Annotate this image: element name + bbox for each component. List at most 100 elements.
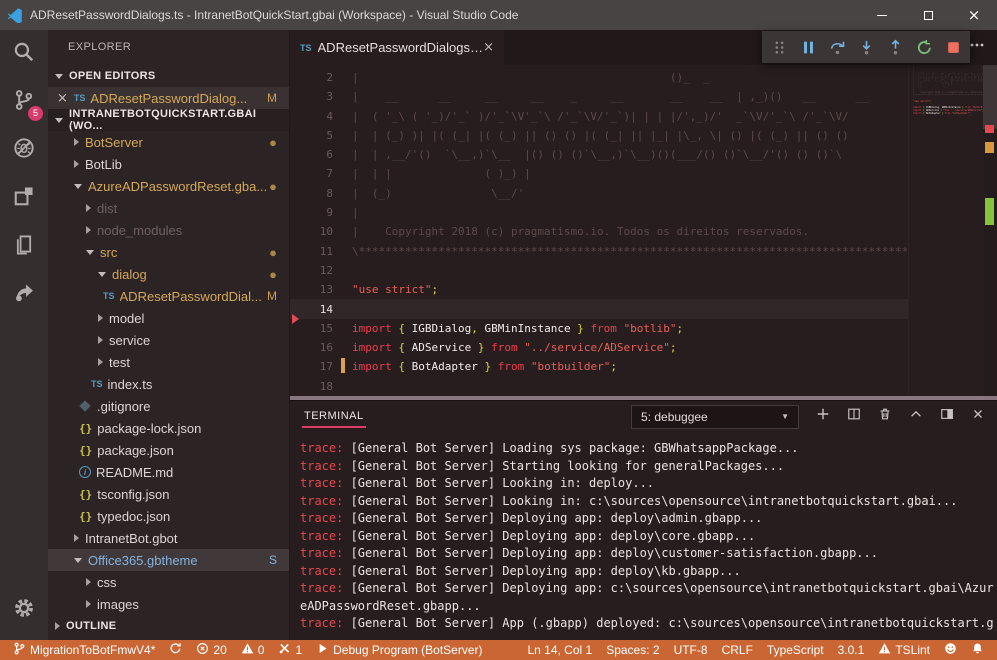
- chevron-right-icon: [55, 622, 60, 630]
- tree-item-intranetbot-gbot[interactable]: IntranetBot.gbot: [48, 527, 289, 549]
- new-terminal-icon[interactable]: [816, 407, 830, 426]
- activity-share-button[interactable]: [0, 270, 48, 318]
- activity-extensions-button[interactable]: [0, 174, 48, 222]
- more-actions-icon[interactable]: [969, 37, 985, 58]
- git-modified-marker: [341, 358, 345, 373]
- tools-status[interactable]: 1: [271, 640, 309, 660]
- tree-item-botlib[interactable]: BotLib: [48, 153, 289, 175]
- warnings-status[interactable]: 0: [234, 640, 272, 660]
- kill-terminal-icon[interactable]: [878, 407, 892, 426]
- tslint-status[interactable]: TSLint: [871, 640, 937, 660]
- activity-debug-button[interactable]: [0, 126, 48, 174]
- tree-item-service[interactable]: service: [48, 329, 289, 351]
- tree-item-readme-md[interactable]: iREADME.md: [48, 461, 289, 483]
- ts-icon: TS: [74, 93, 86, 103]
- pause-button[interactable]: [799, 38, 817, 56]
- git-branch-status[interactable]: MigrationToBotFmwV4*: [6, 640, 162, 660]
- tree-item-index-ts[interactable]: TSindex.ts: [48, 373, 289, 395]
- outline-header[interactable]: OUTLINE: [48, 615, 289, 637]
- tree-item-label: tsconfig.json: [97, 487, 169, 502]
- tree-item-label: ADResetPasswordDial...: [120, 289, 262, 304]
- tree-item-office365-gbtheme[interactable]: Office365.gbtheme S: [48, 549, 289, 571]
- minimap[interactable]: | ()_ _| __ __ __ __ _ __ __ __ | ,_)() …: [908, 65, 983, 400]
- tree-item-gitignore[interactable]: .gitignore: [48, 395, 289, 417]
- tree-item-azureadpasswordreset-gba[interactable]: AzureADPasswordReset.gba...●: [48, 175, 289, 197]
- chevron-right-icon: [86, 204, 91, 212]
- close-panel-icon[interactable]: [971, 407, 985, 426]
- close-tab-icon[interactable]: ×: [483, 40, 494, 55]
- editor-gutter[interactable]: 2345678910111213141516171819: [290, 65, 346, 400]
- panel-position-icon[interactable]: [940, 407, 954, 426]
- tree-item-package-json[interactable]: {}package.json: [48, 439, 289, 461]
- tree-item-src[interactable]: src●: [48, 241, 289, 263]
- code-editor[interactable]: 2345678910111213141516171819 | ()_ _| __…: [290, 65, 997, 400]
- tab-adresetpassworddialogs[interactable]: TS ADResetPasswordDialogs.ts ×: [290, 30, 504, 65]
- tree-item-css[interactable]: css: [48, 571, 289, 593]
- close-icon[interactable]: ×: [57, 91, 68, 106]
- chevron-right-icon: [74, 534, 79, 542]
- maximize-button[interactable]: [905, 0, 951, 30]
- tree-item-test[interactable]: test: [48, 351, 289, 373]
- chevron-down-icon: [98, 272, 106, 277]
- tree-item-model[interactable]: model: [48, 307, 289, 329]
- code-area[interactable]: | ()_ _| __ __ __ __ _ __ __ __ | ,_)() …: [352, 65, 997, 400]
- toolbar-drag-handle[interactable]: [770, 38, 788, 56]
- tree-item-label: Office365.gbtheme: [88, 553, 198, 568]
- minimize-button[interactable]: [859, 0, 905, 30]
- close-window-button[interactable]: ×: [951, 0, 997, 30]
- tree-item-node-modules[interactable]: node_modules: [48, 219, 289, 241]
- language-mode-label: TypeScript: [767, 643, 824, 657]
- indentation-status[interactable]: Spaces: 2: [599, 640, 666, 660]
- split-terminal-icon[interactable]: [847, 407, 861, 426]
- tree-item-images[interactable]: images: [48, 593, 289, 615]
- terminal-line: trace: [General Bot Server] Deploying ap…: [300, 528, 997, 546]
- horizontal-scrollbar[interactable]: [290, 396, 997, 400]
- tree-item-dialog[interactable]: dialog●: [48, 263, 289, 285]
- tree-item-adresetpassworddial[interactable]: TSADResetPasswordDial...M: [48, 285, 289, 307]
- submodule-badge: S: [269, 553, 277, 567]
- errors-status[interactable]: 20: [189, 640, 233, 660]
- git-branch-icon: [13, 642, 26, 658]
- tree-item-dist[interactable]: dist: [48, 197, 289, 219]
- maximize-panel-icon[interactable]: [909, 407, 923, 426]
- tree-item-label: AzureADPasswordReset.gba...: [88, 179, 267, 194]
- tree-item-typedoc-json[interactable]: {} typedoc.json: [48, 505, 289, 527]
- activity-settings-gear-button[interactable]: [0, 586, 48, 634]
- encoding-status[interactable]: UTF-8: [667, 640, 715, 660]
- tree-item-tsconfig-json[interactable]: {}tsconfig.json: [48, 483, 289, 505]
- terminal-tab[interactable]: TERMINAL: [302, 405, 366, 428]
- typescript-version-status[interactable]: 3.0.1: [831, 640, 872, 660]
- end-of-line-status[interactable]: CRLF: [715, 640, 760, 660]
- tree-item-label: dialog: [112, 267, 147, 282]
- tree-item-botserver[interactable]: BotServer●: [48, 131, 289, 153]
- tslint-label: TSLint: [895, 643, 930, 657]
- step-over-button[interactable]: [828, 38, 846, 56]
- cursor-position-status[interactable]: Ln 14, Col 1: [520, 640, 599, 660]
- terminal-output[interactable]: trace: [General Bot Server] Loading sys …: [290, 432, 997, 640]
- activity-search-button[interactable]: [0, 30, 48, 78]
- sync-status[interactable]: [162, 640, 189, 660]
- open-editor-item[interactable]: × TS ADResetPasswordDialog... M: [48, 87, 289, 109]
- scrollbar-slider[interactable]: [983, 65, 997, 129]
- workspace-header[interactable]: INTRANETBOTQUICKSTART.GBAI (WO...: [48, 109, 289, 131]
- step-into-button[interactable]: [857, 38, 875, 56]
- step-out-button[interactable]: [886, 38, 904, 56]
- activity-source-control-button[interactable]: 5: [0, 78, 48, 126]
- restart-button[interactable]: [915, 38, 933, 56]
- activity-pages-button[interactable]: [0, 222, 48, 270]
- notifications-status[interactable]: [964, 640, 991, 660]
- feedback-status[interactable]: [937, 640, 964, 660]
- open-editors-header[interactable]: OPEN EDITORS: [48, 65, 289, 87]
- terminal-select[interactable]: 5: debuggee ▼: [631, 405, 799, 429]
- tree-item-package-lock-json[interactable]: {}package-lock.json: [48, 417, 289, 439]
- language-mode-status[interactable]: TypeScript: [760, 640, 831, 660]
- terminal-line: eADPasswordReset.gbapp...: [300, 598, 997, 616]
- scm-changes-badge: 5: [28, 106, 43, 121]
- debug-status-status[interactable]: Debug Program (BotServer): [309, 640, 489, 660]
- chevron-right-icon: [86, 578, 91, 586]
- tree-item-label: typedoc.json: [97, 509, 170, 524]
- json-icon: {}: [79, 510, 92, 523]
- stop-button[interactable]: [944, 38, 962, 56]
- overview-ruler[interactable]: [983, 65, 997, 400]
- panel: TERMINAL 5: debuggee ▼ trace:: [290, 400, 997, 640]
